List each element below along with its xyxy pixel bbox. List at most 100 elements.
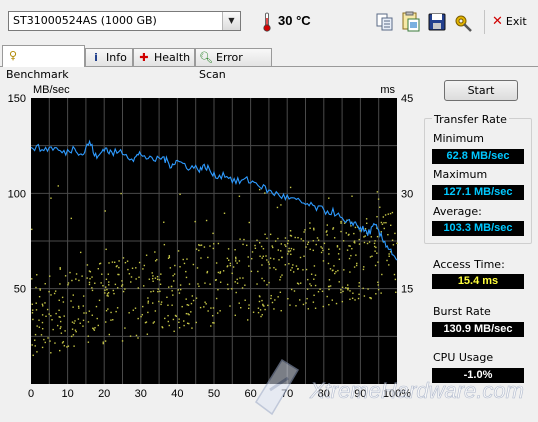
scatter-point xyxy=(152,290,155,292)
toolbar-separator xyxy=(484,10,485,34)
scatter-point xyxy=(124,288,126,290)
copy-info-icon[interactable] xyxy=(374,11,396,33)
scatter-point xyxy=(34,333,37,336)
scatter-point xyxy=(293,290,296,292)
options-icon[interactable] xyxy=(452,11,474,33)
scatter-point xyxy=(236,278,238,281)
scatter-point xyxy=(204,301,206,303)
scatter-point xyxy=(292,264,294,266)
scatter-point xyxy=(352,292,354,294)
scatter-point xyxy=(355,264,358,267)
scatter-point xyxy=(340,289,342,291)
scatter-point xyxy=(72,334,75,336)
scatter-point xyxy=(329,268,332,270)
copy-screenshot-icon[interactable] xyxy=(400,11,422,33)
scatter-point xyxy=(313,278,315,280)
scatter-point xyxy=(92,327,94,329)
scatter-point xyxy=(122,290,125,293)
scatter-point xyxy=(78,279,80,282)
scatter-point xyxy=(120,192,122,195)
access-time-value: 15.4 ms xyxy=(432,274,524,289)
scatter-point xyxy=(333,265,335,267)
scatter-point xyxy=(299,282,302,284)
scatter-point xyxy=(323,242,326,245)
scatter-point xyxy=(75,278,77,280)
tab-error-scan[interactable]: 🔍︎ Error Scan xyxy=(195,48,272,81)
scatter-point xyxy=(287,250,290,252)
scatter-point xyxy=(156,258,158,261)
drive-select[interactable]: ST31000524AS (1000 GB) ▼ xyxy=(8,11,241,31)
scatter-point xyxy=(380,221,383,224)
y2-tick-label: 30 xyxy=(401,188,413,200)
scatter-point xyxy=(263,280,265,282)
scatter-point xyxy=(328,288,330,291)
tab-benchmark[interactable]: ♀ Benchmark xyxy=(2,45,85,81)
scatter-point xyxy=(58,299,60,302)
scatter-point xyxy=(226,265,228,268)
scatter-point xyxy=(115,310,117,313)
scatter-point xyxy=(314,307,317,309)
scatter-point xyxy=(156,275,159,278)
exit-button[interactable]: ✕ Exit xyxy=(492,14,527,29)
scatter-point xyxy=(145,321,148,323)
scatter-point xyxy=(203,246,206,248)
scatter-point xyxy=(141,314,144,316)
scatter-point xyxy=(108,333,111,336)
tab-info[interactable]: i Info xyxy=(85,48,133,66)
scatter-point xyxy=(340,291,342,294)
scatter-point xyxy=(287,242,289,245)
scatter-point xyxy=(87,321,90,323)
scatter-point xyxy=(59,267,61,269)
scatter-point xyxy=(354,226,357,229)
scatter-point xyxy=(363,241,366,244)
save-icon[interactable] xyxy=(426,11,448,33)
scatter-point xyxy=(376,235,379,238)
scatter-point xyxy=(295,265,298,267)
scatter-point xyxy=(313,265,316,267)
scatter-point xyxy=(219,310,221,312)
scatter-point xyxy=(72,294,74,296)
scatter-point xyxy=(391,211,394,214)
scatter-point xyxy=(114,283,117,286)
chevron-down-icon[interactable]: ▼ xyxy=(222,12,240,30)
x-tick-label: 20 xyxy=(98,388,110,400)
scatter-point xyxy=(348,257,351,260)
scatter-point xyxy=(203,306,205,308)
start-button[interactable]: Start xyxy=(444,80,518,101)
scatter-point xyxy=(258,300,261,303)
x-tick-label: 0 xyxy=(28,388,34,400)
scatter-point xyxy=(79,322,81,324)
scatter-point xyxy=(363,236,365,238)
scatter-point xyxy=(75,273,78,275)
scatter-point xyxy=(70,300,72,302)
scatter-point xyxy=(227,248,230,250)
scatter-point xyxy=(306,243,309,245)
scatter-point xyxy=(91,276,93,278)
scatter-point xyxy=(289,230,292,232)
scatter-point xyxy=(392,244,395,246)
scatter-point xyxy=(112,289,115,292)
burst-rate-value: 130.9 MB/sec xyxy=(432,322,524,337)
scatter-point xyxy=(145,254,148,256)
scatter-point xyxy=(348,245,350,247)
scatter-point xyxy=(166,296,168,299)
scatter-point xyxy=(167,320,170,323)
scatter-point xyxy=(276,206,279,209)
scatter-point xyxy=(307,308,309,310)
scatter-point xyxy=(185,298,187,300)
access-time-label: Access Time: xyxy=(433,258,505,271)
scatter-point xyxy=(219,272,221,274)
scatter-point xyxy=(226,283,229,286)
scatter-point xyxy=(54,342,56,344)
scatter-point xyxy=(248,307,250,310)
scatter-point xyxy=(345,232,348,234)
scatter-point xyxy=(106,294,108,297)
tab-health[interactable]: ✚ Health xyxy=(133,48,195,66)
scatter-point xyxy=(381,273,383,276)
scatter-point xyxy=(295,305,297,307)
scatter-point xyxy=(358,238,360,241)
scatter-point xyxy=(69,271,71,274)
scatter-point xyxy=(131,267,134,269)
scatter-point xyxy=(264,308,266,311)
scatter-point xyxy=(328,279,331,281)
